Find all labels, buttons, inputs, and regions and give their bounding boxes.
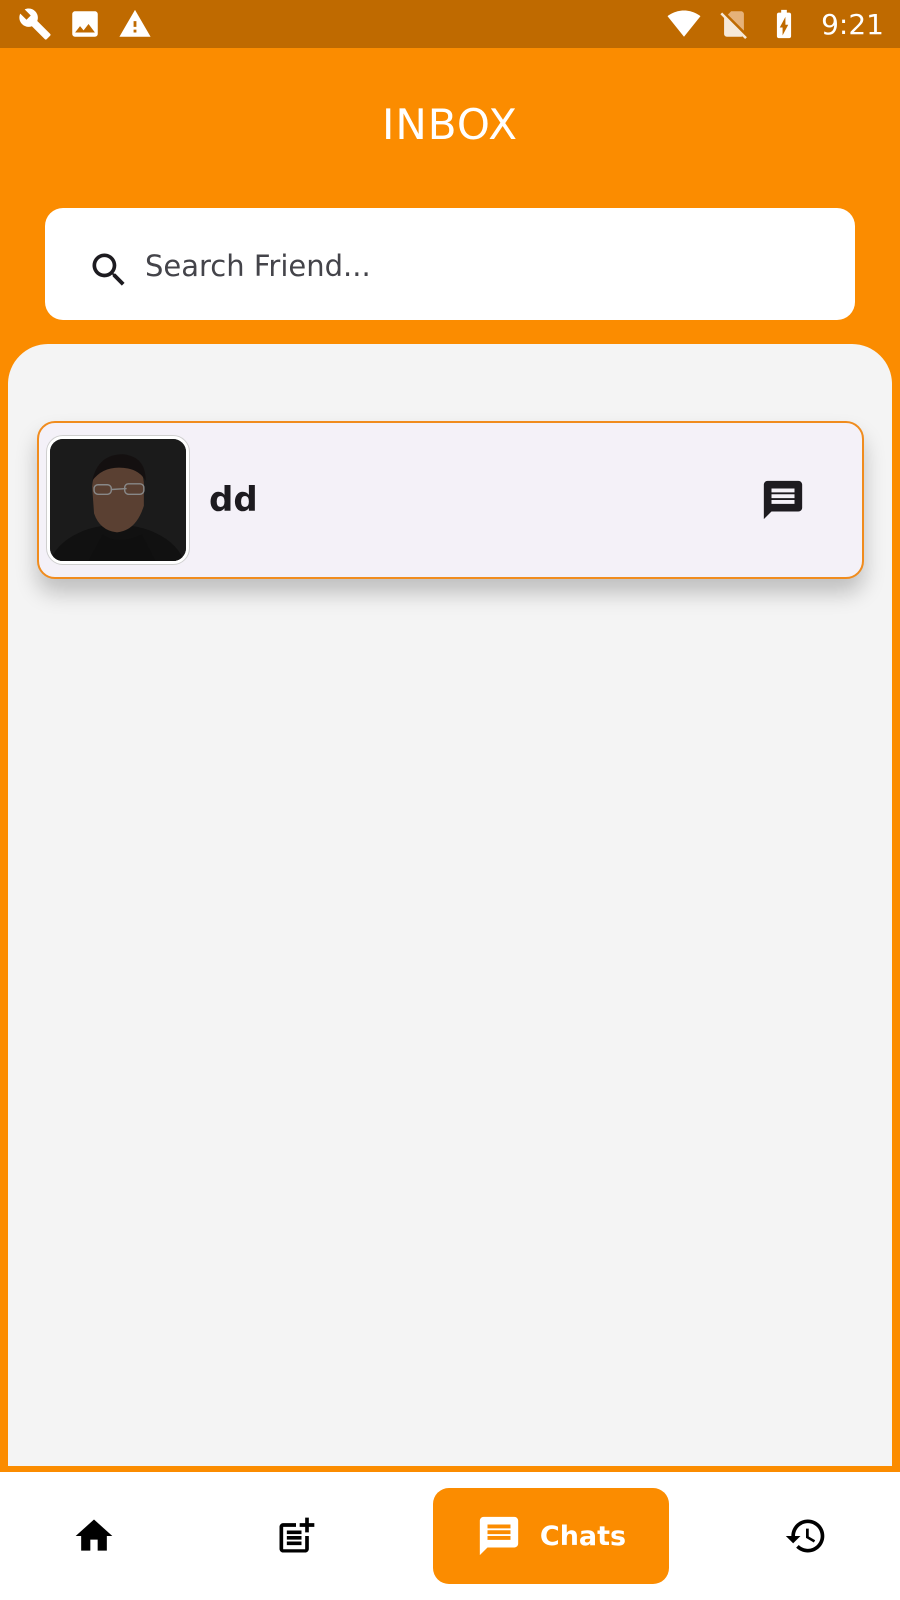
nav-home[interactable] <box>54 1472 134 1600</box>
nav-history[interactable] <box>766 1472 846 1600</box>
search-bar[interactable] <box>45 208 855 320</box>
warning-icon <box>118 7 152 41</box>
message-icon[interactable] <box>760 477 806 523</box>
status-left-icons <box>18 7 152 41</box>
image-icon <box>68 7 102 41</box>
chat-name: dd <box>209 480 258 520</box>
search-input[interactable] <box>145 244 785 288</box>
no-sim-icon <box>717 7 751 41</box>
chat-icon <box>476 1513 522 1559</box>
bottom-navigation: Chats <box>0 1472 900 1600</box>
home-icon <box>72 1514 116 1558</box>
status-time: 9:21 <box>821 7 884 41</box>
history-icon <box>784 1514 828 1558</box>
wifi-icon <box>667 7 701 41</box>
page-title: INBOX <box>381 100 519 149</box>
post-add-icon <box>274 1514 318 1558</box>
status-right-icons: 9:21 <box>667 7 884 41</box>
nav-chats-label: Chats <box>539 1520 627 1552</box>
battery-charging-icon <box>767 7 801 41</box>
status-bar: 9:21 <box>0 0 900 48</box>
search-icon <box>87 248 131 292</box>
nav-post[interactable] <box>256 1472 336 1600</box>
wrench-icon <box>18 7 52 41</box>
nav-chats[interactable]: Chats <box>433 1488 669 1584</box>
chat-list-item[interactable]: dd <box>37 421 864 579</box>
avatar <box>47 436 189 564</box>
